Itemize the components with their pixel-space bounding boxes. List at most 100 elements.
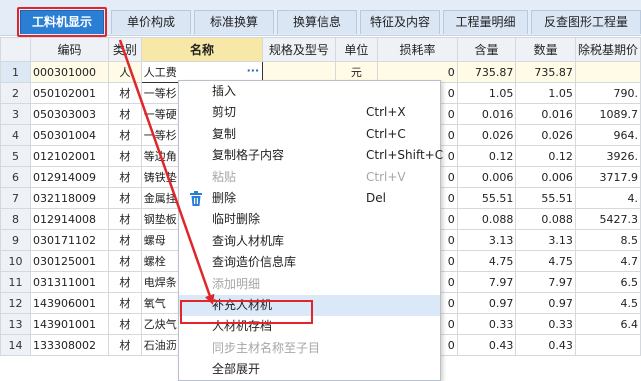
cell-quantity[interactable]: 0.12 (515, 145, 576, 167)
col-header-unit[interactable]: 单位 (334, 37, 379, 62)
cell-base-price[interactable]: 4.7 (574, 250, 641, 272)
cell-content[interactable]: 0.006 (456, 166, 517, 188)
cell-content[interactable]: 0.026 (456, 124, 517, 146)
cell-content[interactable]: 735.87 (456, 61, 517, 83)
cell-quantity[interactable]: 0.026 (515, 124, 576, 146)
tab-features-content[interactable]: 特征及内容 (360, 10, 440, 34)
cell-content[interactable]: 3.13 (456, 229, 517, 251)
cell-content[interactable]: 0.97 (456, 292, 517, 314)
menu-item[interactable]: 全部展开 (179, 359, 440, 380)
cell-base-price[interactable]: 5427.3 (574, 208, 641, 230)
cell-base-price[interactable]: 790. (574, 82, 641, 104)
tab-quantity-detail[interactable]: 工程量明细 (443, 10, 528, 34)
col-header-base-price[interactable]: 除税基期价 (574, 37, 641, 62)
menu-item[interactable]: 删除 Del (179, 188, 440, 209)
cell-category[interactable]: 材 (108, 124, 142, 146)
menu-item[interactable]: 查询造价信息库 (179, 252, 440, 273)
tab-standard-conversion[interactable]: 标准换算 (194, 10, 274, 34)
cell-base-price[interactable]: 964. (574, 124, 641, 146)
cell-content[interactable]: 7.97 (456, 271, 517, 293)
cell-base-price[interactable]: 4. (574, 187, 641, 209)
cell-category[interactable]: 材 (108, 208, 142, 230)
cell-category[interactable]: 材 (108, 103, 142, 125)
cell-base-price[interactable]: 3717.9 (574, 166, 641, 188)
cell-content[interactable]: 0.33 (456, 313, 517, 335)
cell-category[interactable]: 材 (108, 82, 142, 104)
cell-base-price[interactable]: 6.4 (574, 313, 641, 335)
menu-item[interactable]: 复制 Ctrl+C (179, 124, 440, 145)
cell-quantity[interactable]: 55.51 (515, 187, 576, 209)
cell-name-text: 人工费 (143, 66, 177, 79)
cell-quantity[interactable]: 0.43 (515, 334, 576, 356)
cell-category[interactable]: 材 (108, 271, 142, 293)
cell-code[interactable]: 030125001 (29, 250, 110, 272)
cell-content[interactable]: 0.12 (456, 145, 517, 167)
cell-code[interactable]: 012914009 (29, 166, 110, 188)
cell-code[interactable]: 012102001 (29, 145, 110, 167)
col-header-category[interactable]: 类别 (108, 37, 142, 62)
cell-category[interactable]: 材 (108, 313, 142, 335)
cell-category[interactable]: 材 (108, 166, 142, 188)
cell-quantity[interactable]: 1.05 (515, 82, 576, 104)
cell-code[interactable]: 050301004 (29, 124, 110, 146)
menu-item-shortcut: Del (366, 190, 386, 205)
cell-content[interactable]: 4.75 (456, 250, 517, 272)
menu-item[interactable]: 剪切 Ctrl+X (179, 102, 440, 123)
cell-base-price[interactable]: 4.5 (574, 292, 641, 314)
cell-code[interactable]: 030171102 (29, 229, 110, 251)
tab-reverse-graphic-quantity[interactable]: 反查图形工程量 (531, 10, 641, 34)
menu-item[interactable]: 临时删除 (179, 209, 440, 230)
cell-base-price[interactable]: 8.5 (574, 229, 641, 251)
menu-item[interactable]: 补充人材机 (179, 294, 440, 317)
cell-code[interactable]: 031311001 (29, 271, 110, 293)
col-header-name[interactable]: 名称 (140, 37, 264, 62)
cell-content[interactable]: 0.088 (456, 208, 517, 230)
col-header-loss-rate[interactable]: 损耗率 (377, 37, 458, 62)
cell-content[interactable]: 0.016 (456, 103, 517, 125)
cell-category[interactable]: 材 (108, 187, 142, 209)
cell-code[interactable]: 133308002 (29, 334, 110, 356)
col-header-code[interactable]: 编码 (29, 37, 110, 62)
cell-quantity[interactable]: 7.97 (515, 271, 576, 293)
cell-base-price[interactable]: 3926. (574, 145, 641, 167)
cell-quantity[interactable]: 3.13 (515, 229, 576, 251)
menu-item[interactable]: 复制格子内容 Ctrl+Shift+C (179, 145, 443, 166)
tab-unit-price-composition[interactable]: 单价构成 (111, 10, 191, 34)
col-header-spec[interactable]: 规格及型号 (262, 37, 336, 62)
cell-quantity[interactable]: 0.97 (515, 292, 576, 314)
cell-category[interactable]: 人 (108, 61, 142, 83)
cell-quantity[interactable]: 0.33 (515, 313, 576, 335)
cell-base-price[interactable]: 1089.7 (574, 103, 641, 125)
menu-item[interactable]: 人材机存档 (179, 316, 440, 337)
cell-category[interactable]: 材 (108, 334, 142, 356)
menu-item[interactable]: 查询人材机库 (179, 231, 440, 252)
more-options-icon[interactable]: ··· (247, 65, 260, 77)
tab-conversion-info[interactable]: 换算信息 (277, 10, 357, 34)
cell-content[interactable]: 1.05 (456, 82, 517, 104)
cell-quantity[interactable]: 0.016 (515, 103, 576, 125)
cell-base-price[interactable]: 6.5 (574, 271, 641, 293)
cell-quantity[interactable]: 0.006 (515, 166, 576, 188)
cell-code[interactable]: 143906001 (29, 292, 110, 314)
cell-category[interactable]: 材 (108, 145, 142, 167)
cell-base-price[interactable] (574, 61, 641, 83)
tab-material-display[interactable]: 工料机显示 (20, 10, 104, 34)
col-header-quantity[interactable]: 数量 (515, 37, 576, 62)
cell-code[interactable]: 000301000 (29, 61, 110, 83)
col-header-content[interactable]: 含量 (456, 37, 517, 62)
cell-code[interactable]: 012914008 (29, 208, 110, 230)
menu-item[interactable]: 插入 (179, 81, 440, 102)
cell-content[interactable]: 55.51 (456, 187, 517, 209)
cell-category[interactable]: 材 (108, 250, 142, 272)
cell-code[interactable]: 050303003 (29, 103, 110, 125)
cell-quantity[interactable]: 735.87 (515, 61, 576, 83)
cell-category[interactable]: 材 (108, 292, 142, 314)
cell-base-price[interactable] (574, 334, 641, 356)
cell-code[interactable]: 050102001 (29, 82, 110, 104)
cell-quantity[interactable]: 0.088 (515, 208, 576, 230)
cell-code[interactable]: 032118009 (29, 187, 110, 209)
cell-code[interactable]: 143901001 (29, 313, 110, 335)
cell-quantity[interactable]: 4.75 (515, 250, 576, 272)
cell-content[interactable]: 0.43 (456, 334, 517, 356)
cell-category[interactable]: 材 (108, 229, 142, 251)
